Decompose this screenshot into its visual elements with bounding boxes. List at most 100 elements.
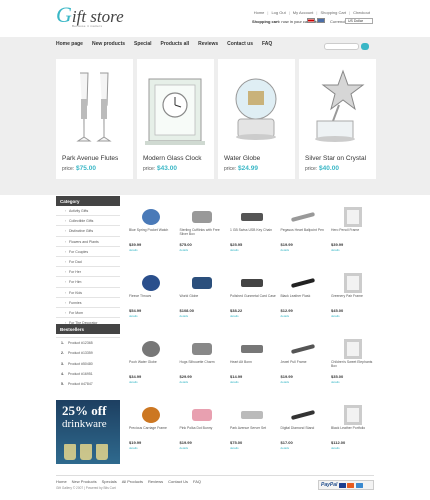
product-details-link[interactable]: details bbox=[230, 380, 239, 384]
top-link-home[interactable]: Home bbox=[254, 10, 265, 15]
product-details-link[interactable]: details bbox=[129, 446, 138, 450]
nav-products-all[interactable]: Products all bbox=[161, 41, 190, 47]
featured-name[interactable]: Water Globe bbox=[224, 155, 260, 162]
footer-link-specials[interactable]: Specials bbox=[102, 479, 117, 484]
globe-icon[interactable] bbox=[180, 272, 224, 294]
product-name[interactable]: Hero Pencil Frame bbox=[331, 228, 377, 232]
category-item[interactable]: Distinctive Gifts bbox=[56, 226, 120, 237]
product-name[interactable]: Jewel Pull Frame bbox=[281, 360, 327, 364]
product-name[interactable]: Black Leather Portfolio bbox=[331, 426, 377, 430]
product-details-link[interactable]: details bbox=[129, 380, 138, 384]
store-logo[interactable]: Gift store bbox=[56, 4, 124, 26]
category-item[interactable]: For Him bbox=[56, 277, 120, 288]
product-card[interactable]: World Globe $108.00 details bbox=[177, 272, 227, 338]
product-name[interactable]: Fleece Throws bbox=[129, 294, 175, 298]
product-card[interactable]: Jewel Pull Frame $19.99 details bbox=[278, 338, 328, 404]
product-name[interactable]: Hugs Silhouette Charm bbox=[180, 360, 226, 364]
product-card[interactable]: Heart Alt Bonn $14.99 details bbox=[227, 338, 277, 404]
product-name[interactable]: Black Leather Flask bbox=[281, 294, 327, 298]
portfolio-icon[interactable] bbox=[331, 404, 375, 426]
product-details-link[interactable]: details bbox=[129, 248, 138, 252]
server-set-icon[interactable] bbox=[230, 404, 274, 426]
nav-contact[interactable]: Contact us bbox=[227, 41, 253, 47]
category-item[interactable]: For Kids bbox=[56, 288, 120, 298]
nav-reviews[interactable]: Reviews bbox=[198, 41, 218, 47]
product-name[interactable]: Sterling Cufflinks with Free Silver Box bbox=[180, 228, 226, 236]
product-card[interactable]: Black Leather Flask $12.99 details bbox=[278, 272, 328, 338]
throw-blanket-icon[interactable] bbox=[129, 272, 173, 294]
product-name[interactable]: World Globe bbox=[180, 294, 226, 298]
product-details-link[interactable]: details bbox=[331, 380, 340, 384]
product-card[interactable]: Pegasus Heart Ballpoint Pen $19.99 details bbox=[278, 206, 328, 272]
product-card[interactable]: Pink Polka Dot Bunny $19.99 details bbox=[177, 404, 227, 470]
card-case-icon[interactable] bbox=[230, 272, 274, 294]
product-details-link[interactable]: details bbox=[180, 314, 189, 318]
bestseller-item[interactable]: Product #47847 bbox=[56, 379, 120, 389]
category-item[interactable]: Activity Gifts bbox=[56, 206, 120, 217]
nav-faq[interactable]: FAQ bbox=[262, 41, 272, 47]
pair-frame-icon[interactable] bbox=[331, 272, 375, 294]
product-card[interactable]: Sterling Cufflinks with Free Silver Box $… bbox=[177, 206, 227, 272]
product-name[interactable]: Greenery Pair Frame bbox=[331, 294, 377, 298]
watch-icon[interactable] bbox=[230, 338, 274, 360]
product-details-link[interactable]: details bbox=[129, 314, 138, 318]
category-item[interactable]: For Mom bbox=[56, 308, 120, 319]
top-link-cart[interactable]: Shopping Cart bbox=[320, 10, 346, 15]
product-name[interactable]: 1 GB Swiss USB Key Chain bbox=[230, 228, 276, 232]
category-item[interactable]: Funnies bbox=[56, 298, 120, 308]
product-name[interactable]: Polished Gunmetal Card Case bbox=[230, 294, 276, 298]
search-input[interactable] bbox=[324, 43, 359, 50]
product-details-link[interactable]: details bbox=[230, 446, 239, 450]
nav-special[interactable]: Special bbox=[134, 41, 152, 47]
footer-link-faq[interactable]: FAQ bbox=[193, 479, 201, 484]
product-name[interactable]: Blue Spring Pocket Watch bbox=[129, 228, 175, 232]
water-globe-icon[interactable] bbox=[129, 338, 173, 360]
featured-name[interactable]: Park Avenue Flutes bbox=[62, 155, 118, 162]
bestseller-item[interactable]: Product #16951 bbox=[56, 369, 120, 379]
charm-icon[interactable] bbox=[180, 338, 224, 360]
frame-icon[interactable] bbox=[331, 206, 375, 228]
nav-new-products[interactable]: New products bbox=[92, 41, 125, 47]
product-details-link[interactable]: details bbox=[331, 248, 340, 252]
featured-name[interactable]: Modern Glass Clock bbox=[143, 155, 202, 162]
product-details-link[interactable]: details bbox=[180, 380, 189, 384]
footer-link-all-products[interactable]: All Products bbox=[122, 479, 143, 484]
product-name[interactable]: Pink Polka Dot Bunny bbox=[180, 426, 226, 430]
language-flag-icon[interactable] bbox=[317, 18, 325, 23]
bestseller-item[interactable]: Product #13359 bbox=[56, 348, 120, 358]
product-details-link[interactable]: details bbox=[281, 446, 290, 450]
bestseller-item[interactable]: Product #12365 bbox=[56, 338, 120, 348]
category-item[interactable]: For Couples bbox=[56, 247, 120, 257]
featured-card[interactable]: Silver Star on Crystal price: $40.00 bbox=[299, 59, 376, 179]
pen-icon[interactable] bbox=[281, 206, 325, 228]
pocket-watch-icon[interactable] bbox=[129, 206, 173, 228]
product-details-link[interactable]: details bbox=[331, 314, 340, 318]
product-card[interactable]: Park Avenue Server Set $75.00 details bbox=[227, 404, 277, 470]
nav-home[interactable]: Home page bbox=[56, 41, 83, 47]
product-card[interactable]: Greenery Pair Frame $45.00 details bbox=[328, 272, 378, 338]
product-name[interactable]: Digital Diamond Stand bbox=[281, 426, 327, 430]
product-card[interactable]: Digital Diamond Stand $17.00 details bbox=[278, 404, 328, 470]
carriage-frame-icon[interactable] bbox=[129, 404, 173, 426]
product-card[interactable]: Hugs Silhouette Charm $29.99 details bbox=[177, 338, 227, 404]
footer-link-reviews[interactable]: Reviews bbox=[148, 479, 163, 484]
category-item[interactable]: For Her bbox=[56, 267, 120, 278]
footer-link-new-products[interactable]: New Products bbox=[72, 479, 97, 484]
product-card[interactable]: Precious Carriage Frame $19.99 details bbox=[126, 404, 176, 470]
featured-card[interactable]: Water Globe price: $24.99 bbox=[218, 59, 295, 179]
product-details-link[interactable]: details bbox=[180, 248, 189, 252]
product-details-link[interactable]: details bbox=[281, 248, 290, 252]
bunny-icon[interactable] bbox=[180, 404, 224, 426]
product-details-link[interactable]: details bbox=[281, 314, 290, 318]
category-item[interactable]: For Dad bbox=[56, 257, 120, 268]
product-card[interactable]: Children's Sweet Elephants Box $35.00 deta… bbox=[328, 338, 378, 404]
product-name[interactable]: Children's Sweet Elephants Box bbox=[331, 360, 377, 368]
featured-name[interactable]: Silver Star on Crystal bbox=[305, 155, 366, 162]
product-name[interactable]: Heart Alt Bonn bbox=[230, 360, 276, 364]
featured-card[interactable]: Modern Glass Clock price: $43.00 bbox=[137, 59, 214, 179]
product-card[interactable]: Blue Spring Pocket Watch $39.99 details bbox=[126, 206, 176, 272]
flask-icon[interactable] bbox=[281, 272, 325, 294]
product-name[interactable]: Park Avenue Server Set bbox=[230, 426, 276, 430]
top-link-checkout[interactable]: Checkout bbox=[353, 10, 370, 15]
product-name[interactable]: Precious Carriage Frame bbox=[129, 426, 175, 430]
